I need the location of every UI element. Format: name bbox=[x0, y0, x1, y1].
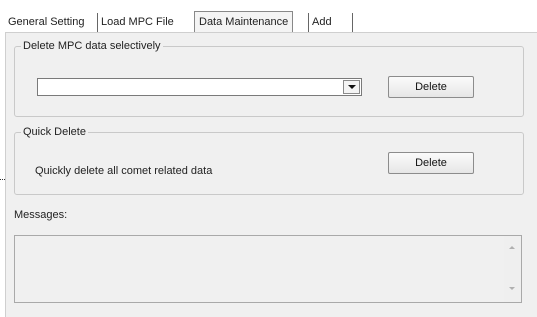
delete-selective-group: Delete MPC data selectively Delete bbox=[14, 40, 524, 117]
tab-strip-end bbox=[352, 13, 353, 32]
mpc-data-select[interactable] bbox=[37, 78, 362, 96]
quick-delete-legend: Quick Delete bbox=[21, 126, 88, 139]
scroll-up-icon[interactable] bbox=[509, 246, 515, 249]
scroll-down-icon[interactable] bbox=[509, 287, 515, 290]
tab-general-setting[interactable]: General Setting bbox=[5, 13, 84, 32]
messages-box[interactable] bbox=[14, 235, 522, 303]
quick-delete-group: Quick Delete Quickly delete all comet re… bbox=[14, 126, 524, 195]
quick-delete-button[interactable]: Delete bbox=[388, 152, 474, 174]
delete-selective-legend: Delete MPC data selectively bbox=[21, 40, 163, 53]
tab-strip: General Setting Load MPC File Data Maint… bbox=[0, 0, 537, 34]
chevron-down-icon[interactable] bbox=[343, 80, 360, 94]
messages-label: Messages: bbox=[14, 209, 68, 221]
messages-scrollbar[interactable] bbox=[504, 236, 521, 302]
data-maintenance-panel: Delete MPC data selectively Delete Quick… bbox=[5, 32, 537, 317]
delete-selective-button[interactable]: Delete bbox=[388, 76, 474, 98]
quick-delete-description: Quickly delete all comet related data bbox=[35, 165, 213, 177]
tab-add[interactable]: Add bbox=[308, 13, 332, 32]
tab-data-maintenance[interactable]: Data Maintenance bbox=[194, 11, 294, 32]
tab-load-mpc-file[interactable]: Load MPC File bbox=[97, 13, 174, 32]
